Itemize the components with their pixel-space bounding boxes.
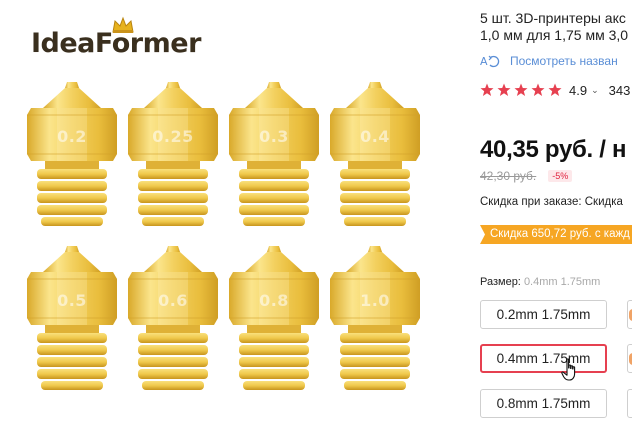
size-option-0-8mm[interactable]: 0.8mm 1.75mm: [480, 389, 607, 418]
brass-nozzle-shape: [26, 82, 118, 227]
star-icon: [514, 83, 528, 96]
star-icon: [497, 83, 511, 96]
nozzle-size-label: 0.25: [152, 127, 194, 146]
product-info-panel: 5 шт. 3D-принтеры акс 1,0 мм для 1,75 мм…: [480, 0, 632, 433]
translate-icon: A: [480, 55, 500, 68]
discount-badge: -5%: [548, 170, 573, 182]
nozzle-size-label: 0.4: [360, 127, 390, 146]
size-selector-heading: Размер: 0.4mm 1.75mm: [480, 276, 600, 288]
star-icon: [480, 83, 494, 96]
discount-banner[interactable]: Скидка 650,72 руб. с кажд: [480, 225, 632, 244]
reviews-count[interactable]: 343: [609, 83, 631, 98]
translate-link[interactable]: Посмотреть назван: [510, 54, 618, 68]
nozzle-0-8: 0.8: [225, 246, 323, 392]
nozzle-0-2: 0.2: [23, 82, 121, 228]
brass-nozzle-shape: [329, 82, 421, 227]
size-option-0-2mm[interactable]: 0.2mm 1.75mm: [480, 300, 607, 329]
old-price-row: 42,30 руб. -5%: [480, 168, 573, 184]
star-icon: [531, 83, 545, 96]
brand-logo: IdeaFormer: [31, 16, 201, 66]
nozzle-0-4: 0.4: [326, 82, 424, 228]
discount-banner-text: Скидка 650,72 руб. с кажд: [480, 225, 632, 244]
brass-nozzle-shape: [26, 246, 118, 391]
star-icon: [548, 83, 562, 96]
rating-row[interactable]: 4.9 ⌄ 343: [480, 81, 630, 99]
nozzle-size-label: 0.3: [259, 127, 289, 146]
nozzle-1-0: 1.0: [326, 246, 424, 392]
current-price: 40,35 руб. / н: [480, 136, 627, 163]
size-option-0-4mm[interactable]: 0.4mm 1.75mm: [480, 344, 607, 373]
brass-nozzle-shape: [329, 246, 421, 391]
size-label: Размер:: [480, 276, 521, 288]
product-title[interactable]: 5 шт. 3D-принтеры акс 1,0 мм для 1,75 мм…: [480, 10, 632, 44]
chevron-down-icon[interactable]: ⌄: [591, 85, 599, 96]
product-image[interactable]: IdeaFormer 0.2 0.25 0.3 0.4 0.5 0.6 0.8 …: [0, 0, 462, 433]
brass-nozzle-shape: [127, 246, 219, 391]
brass-nozzle-shape: [228, 246, 320, 391]
nozzle-size-label: 0.6: [158, 291, 188, 310]
nozzle-0-6: 0.6: [124, 246, 222, 392]
rating-value: 4.9: [569, 82, 588, 98]
nozzle-0-3: 0.3: [225, 82, 323, 228]
size-selected-value: 0.4mm 1.75mm: [523, 276, 601, 288]
product-title-line-2: 1,0 мм для 1,75 мм 3,0: [480, 27, 629, 43]
size-option-partial[interactable]: [627, 344, 632, 373]
svg-text:A: A: [480, 55, 488, 68]
nozzle-size-label: 1.0: [360, 291, 390, 310]
brass-nozzle-shape: [228, 82, 320, 227]
nozzle-0-25: 0.25: [124, 82, 222, 228]
size-option-partial[interactable]: [627, 389, 632, 418]
product-title-line-1: 5 шт. 3D-принтеры акс: [480, 10, 626, 26]
logo-text: IdeaFormer: [31, 28, 201, 59]
brass-nozzle-shape: [127, 82, 219, 227]
old-price: 42,30 руб.: [480, 169, 537, 183]
translate-row[interactable]: A Посмотреть назван: [480, 52, 618, 70]
size-option-partial[interactable]: [627, 300, 632, 329]
nozzle-size-label: 0.5: [57, 291, 87, 310]
order-discount-text: Скидка при заказе: Скидка: [480, 196, 623, 208]
nozzle-0-5: 0.5: [23, 246, 121, 392]
nozzle-size-label: 0.8: [259, 291, 289, 310]
nozzle-size-label: 0.2: [57, 127, 87, 146]
